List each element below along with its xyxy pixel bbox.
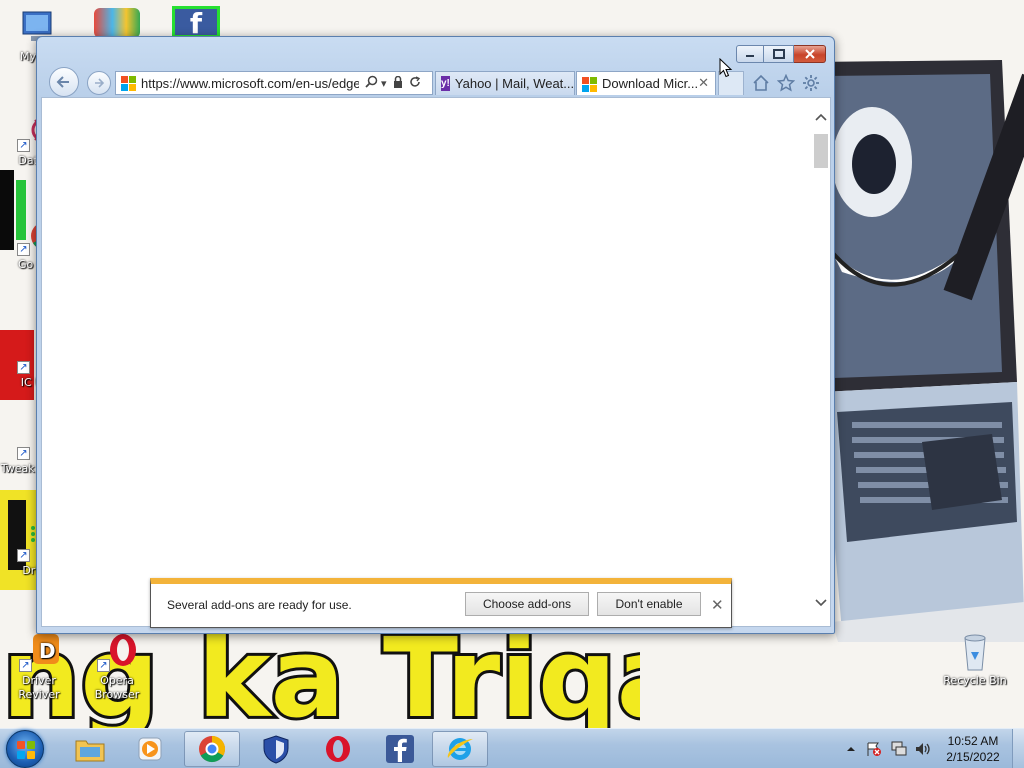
driver-reviver-icon: D ↗ xyxy=(19,632,59,672)
desktop-icon-driver-reviver[interactable]: D ↗ Driver Reviver xyxy=(2,632,76,702)
shortcut-arrow-icon: ↗ xyxy=(17,447,30,460)
yahoo-icon: y! xyxy=(441,76,450,91)
home-icon[interactable] xyxy=(751,73,771,93)
show-hidden-icons-icon[interactable] xyxy=(846,729,856,768)
desktop-icon-opera-browser[interactable]: ↗ Opera Browser xyxy=(80,632,154,702)
svg-text:D: D xyxy=(39,639,56,663)
taskbar-facebook[interactable] xyxy=(372,731,428,767)
media-player-icon xyxy=(138,737,162,761)
microsoft-logo-icon xyxy=(121,76,136,91)
opera-icon: ↗ xyxy=(97,632,137,672)
maximize-button[interactable] xyxy=(764,45,794,63)
taskbar-internet-explorer[interactable] xyxy=(432,731,488,767)
clock-date: 2/15/2022 xyxy=(946,750,1000,764)
internet-explorer-icon xyxy=(447,738,473,760)
mouse-cursor-icon xyxy=(719,58,733,78)
tab-label: Yahoo | Mail, Weat... xyxy=(454,76,575,91)
windows-logo-icon xyxy=(17,741,35,759)
taskbar: 10:52 AM 2/15/2022 xyxy=(0,728,1024,768)
arrow-right-icon xyxy=(95,78,105,88)
desktop-icon-recycle-bin[interactable]: Recycle Bin xyxy=(938,632,1012,688)
address-bar[interactable]: https://www.microsoft.com/en-us/edge ▾ xyxy=(115,71,433,95)
system-clock[interactable]: 10:52 AM 2/15/2022 xyxy=(938,733,1008,765)
taskbar-media-player[interactable] xyxy=(122,731,178,767)
notification-message: Several add-ons are ready for use. xyxy=(167,598,352,612)
shortcut-arrow-icon: ↗ xyxy=(17,361,30,374)
vertical-scrollbar[interactable] xyxy=(812,98,830,626)
close-icon xyxy=(804,49,815,59)
app-tile-icon[interactable] xyxy=(94,8,140,38)
laptop-cartoon-image xyxy=(812,60,1024,642)
internet-explorer-window[interactable]: https://www.microsoft.com/en-us/edge ▾ y… xyxy=(36,36,835,634)
window-controls xyxy=(736,45,826,63)
start-button[interactable] xyxy=(6,730,44,768)
desktop-icon-label: Recycle Bin xyxy=(943,674,1007,687)
settings-gear-icon[interactable] xyxy=(801,73,821,93)
facebook-icon xyxy=(386,735,414,763)
shortcut-arrow-icon: ↗ xyxy=(17,549,30,562)
shortcut-arrow-icon: ↗ xyxy=(17,139,30,152)
taskbar-security-app[interactable] xyxy=(248,731,304,767)
recycle-bin-icon xyxy=(955,632,995,672)
close-window-button[interactable] xyxy=(794,45,826,63)
tab-label: Download Micr... xyxy=(602,76,699,91)
volume-icon[interactable] xyxy=(914,729,932,768)
lock-icon[interactable] xyxy=(393,75,403,91)
microsoft-logo-icon xyxy=(582,76,597,92)
page-content-area[interactable]: Several add-ons are ready for use. Choos… xyxy=(41,97,831,628)
clock-time: 10:52 AM xyxy=(947,734,999,748)
back-button[interactable] xyxy=(49,67,79,97)
choose-addons-button[interactable]: Choose add-ons xyxy=(465,592,589,616)
scroll-down-icon[interactable] xyxy=(812,594,830,612)
close-tab-icon[interactable]: ✕ xyxy=(698,75,709,91)
taskbar-google-chrome[interactable] xyxy=(184,731,240,767)
close-notification-icon[interactable]: ✕ xyxy=(711,596,724,614)
dont-enable-button[interactable]: Don't enable xyxy=(597,592,701,616)
folder-icon xyxy=(75,740,105,762)
shortcut-arrow-icon: ↗ xyxy=(19,659,32,672)
network-icon[interactable] xyxy=(890,729,908,768)
minimize-button[interactable] xyxy=(736,45,764,63)
facebook-desktop-icon[interactable]: f xyxy=(172,6,220,39)
minimize-icon xyxy=(746,55,754,57)
taskbar-windows-explorer[interactable] xyxy=(62,731,118,767)
chrome-icon xyxy=(199,735,226,763)
favorites-star-icon[interactable] xyxy=(776,73,796,93)
forward-button[interactable] xyxy=(87,71,111,95)
opera-icon xyxy=(326,736,350,762)
tab-download-microsoft-edge[interactable]: Download Micr... ✕ xyxy=(576,71,716,95)
address-url[interactable]: https://www.microsoft.com/en-us/edge xyxy=(141,76,359,91)
scrollbar-thumb[interactable] xyxy=(814,134,828,168)
taskbar-opera[interactable] xyxy=(310,731,366,767)
arrow-left-icon xyxy=(56,76,69,88)
dropdown-arrow-icon[interactable]: ▾ xyxy=(381,77,387,90)
show-desktop-button[interactable] xyxy=(1012,729,1024,768)
desktop-icon-label: Driver Reviver xyxy=(18,674,60,701)
desktop-icon-label: Opera Browser xyxy=(94,674,140,701)
refresh-icon[interactable] xyxy=(409,75,421,91)
action-center-flag-icon[interactable] xyxy=(866,729,882,768)
shortcut-arrow-icon: ↗ xyxy=(97,659,110,672)
addons-notification-bar: Several add-ons are ready for use. Choos… xyxy=(150,578,732,628)
search-icon[interactable] xyxy=(365,75,378,91)
scroll-up-icon[interactable] xyxy=(812,108,830,126)
shortcut-arrow-icon: ↗ xyxy=(17,243,30,256)
shield-icon xyxy=(263,735,289,764)
tab-yahoo[interactable]: y! Yahoo | Mail, Weat... xyxy=(435,71,575,95)
maximize-icon xyxy=(772,49,785,59)
